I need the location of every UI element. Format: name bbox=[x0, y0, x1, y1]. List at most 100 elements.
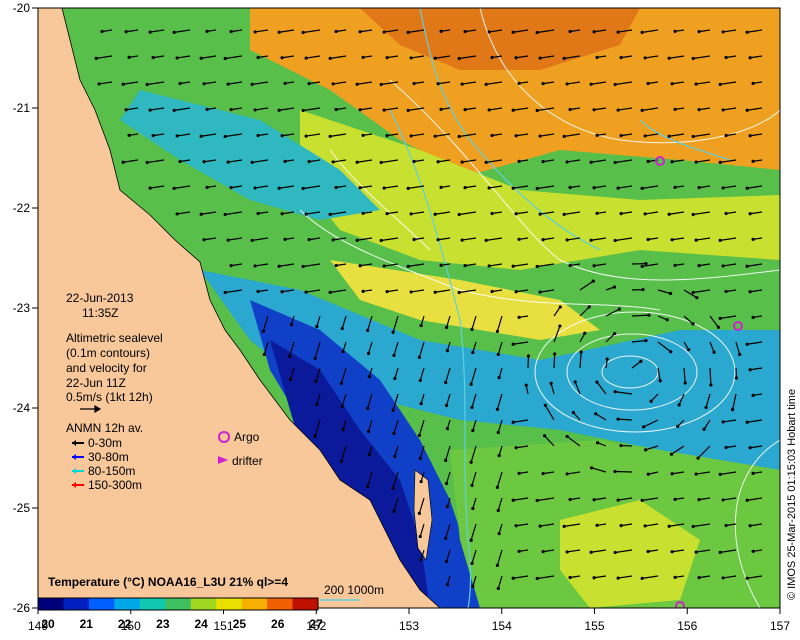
velocity-arrow-head bbox=[229, 30, 233, 34]
velocity-arrow-head bbox=[418, 378, 422, 383]
velocity-arrow-head bbox=[535, 108, 539, 113]
velocity-arrow-head bbox=[301, 264, 305, 269]
velocity-arrow-head bbox=[470, 405, 474, 410]
velocity-arrow-head bbox=[202, 82, 206, 86]
velocity-arrow-head bbox=[358, 264, 362, 268]
velocity-arrow-head bbox=[355, 160, 359, 164]
velocity-arrow-head bbox=[677, 403, 681, 407]
velocity-arrow-head bbox=[409, 56, 413, 60]
velocity-arrow-head bbox=[665, 318, 669, 322]
velocity-arrow-head bbox=[673, 497, 677, 501]
velocity-arrow-head bbox=[497, 531, 501, 536]
velocity-arrow-head bbox=[647, 313, 651, 317]
anmn-depth-label: 0-30m bbox=[88, 436, 122, 450]
velocity-arrow-head bbox=[644, 339, 648, 343]
velocity-arrow-head bbox=[673, 263, 677, 267]
velocity-arrow-head bbox=[379, 238, 383, 243]
anmn-title: ANMN 12h av. bbox=[66, 421, 143, 435]
velocity-arrow-head bbox=[745, 420, 749, 424]
velocity-arrow-head bbox=[331, 238, 335, 242]
velocity-arrow-head bbox=[640, 108, 644, 112]
velocity-arrow-head bbox=[696, 456, 700, 460]
velocity-arrow-head bbox=[670, 238, 674, 242]
velocity-arrow-head bbox=[718, 550, 722, 554]
velocity-arrow-head bbox=[535, 264, 539, 269]
velocity-arrow-head bbox=[568, 263, 572, 268]
velocity-arrow-head bbox=[366, 484, 370, 488]
velocity-arrow-head bbox=[748, 368, 752, 372]
velocity-arrow-head bbox=[226, 82, 230, 86]
velocity-arrow-head bbox=[724, 211, 728, 216]
svg-text:drifter: drifter bbox=[232, 454, 263, 468]
velocity-arrow-head bbox=[751, 393, 755, 397]
velocity-arrow-head bbox=[694, 160, 698, 164]
velocity-arrow-head bbox=[457, 134, 461, 139]
velocity-arrow-head bbox=[124, 30, 128, 34]
velocity-arrow-head bbox=[470, 561, 474, 566]
velocity-arrow-head bbox=[304, 290, 308, 294]
velocity-arrow-head bbox=[535, 498, 539, 503]
velocity-arrow-head bbox=[538, 212, 542, 216]
velocity-arrow-head bbox=[613, 238, 617, 243]
velocity-arrow-head bbox=[250, 82, 254, 86]
velocity-arrow-head bbox=[619, 443, 623, 448]
velocity-arrow-head bbox=[712, 350, 716, 354]
velocity-arrow-head bbox=[697, 30, 701, 34]
velocity-arrow-head bbox=[562, 56, 566, 60]
velocity-arrow-head bbox=[393, 376, 397, 381]
velocity-arrow-head bbox=[697, 498, 701, 502]
velocity-arrow-head bbox=[202, 160, 206, 164]
velocity-arrow-head bbox=[517, 315, 521, 319]
velocity-arrow-head bbox=[745, 30, 749, 34]
velocity-arrow-head bbox=[469, 538, 473, 542]
velocity-arrow-head bbox=[392, 431, 396, 436]
velocity-arrow-head bbox=[355, 82, 359, 86]
velocity-arrow-head bbox=[613, 82, 617, 87]
velocity-arrow-head bbox=[418, 456, 422, 461]
velocity-arrow-head bbox=[253, 108, 257, 112]
velocity-arrow-head bbox=[379, 160, 383, 165]
velocity-arrow-head bbox=[261, 329, 266, 333]
sst-map: 149 150 151 152 153 154 155 156 157 -20-21-22-23… bbox=[13, 1, 798, 633]
velocity-arrow-head bbox=[256, 133, 260, 138]
velocity-arrow-head bbox=[393, 454, 397, 459]
colorbar-tick-label: 25 bbox=[233, 617, 247, 631]
velocity-arrow-head bbox=[751, 159, 755, 163]
velocity-arrow-head bbox=[697, 264, 701, 268]
velocity-arrow-head bbox=[589, 550, 593, 554]
velocity-arrow-head bbox=[565, 434, 569, 439]
velocity-arrow-head bbox=[617, 307, 621, 311]
velocity-arrow-head bbox=[646, 549, 650, 554]
velocity-arrow-head bbox=[495, 329, 500, 333]
longitude-tick-label: 151 bbox=[213, 619, 233, 633]
velocity-arrow-head bbox=[409, 134, 413, 138]
velocity-arrow-head bbox=[148, 186, 152, 190]
velocity-arrow-head bbox=[392, 353, 396, 358]
velocity-arrow-head bbox=[691, 56, 695, 61]
velocity-arrow-head bbox=[745, 108, 749, 112]
velocity-arrow-head bbox=[697, 576, 701, 580]
velocity-arrow-head bbox=[511, 498, 515, 502]
velocity-arrow-head bbox=[514, 134, 518, 138]
velocity-arrow-head bbox=[592, 30, 596, 34]
colorbar-segment bbox=[267, 598, 294, 610]
velocity-arrow-head bbox=[643, 134, 647, 138]
velocity-arrow-head bbox=[592, 576, 596, 580]
velocity-arrow-head bbox=[748, 56, 752, 60]
velocity-arrow-head bbox=[589, 160, 593, 164]
svg-text:and velocity for: and velocity for bbox=[66, 361, 147, 375]
velocity-arrow-head bbox=[341, 427, 345, 432]
velocity-arrow-head bbox=[366, 328, 370, 332]
velocity-arrow-head bbox=[643, 448, 648, 452]
velocity-arrow-head bbox=[541, 238, 545, 242]
velocity-arrow-head bbox=[199, 134, 203, 138]
latitude-tick-label: -21 bbox=[13, 101, 31, 115]
colorbar-segment bbox=[165, 598, 192, 610]
velocity-arrow-head bbox=[745, 186, 749, 190]
velocity-arrow-head bbox=[640, 498, 644, 502]
velocity-arrow-head bbox=[541, 550, 545, 554]
longitude-tick-label: 153 bbox=[399, 619, 419, 633]
velocity-arrow-head bbox=[417, 511, 422, 515]
velocity-arrow-head bbox=[226, 160, 230, 164]
velocity-arrow-head bbox=[202, 238, 206, 242]
